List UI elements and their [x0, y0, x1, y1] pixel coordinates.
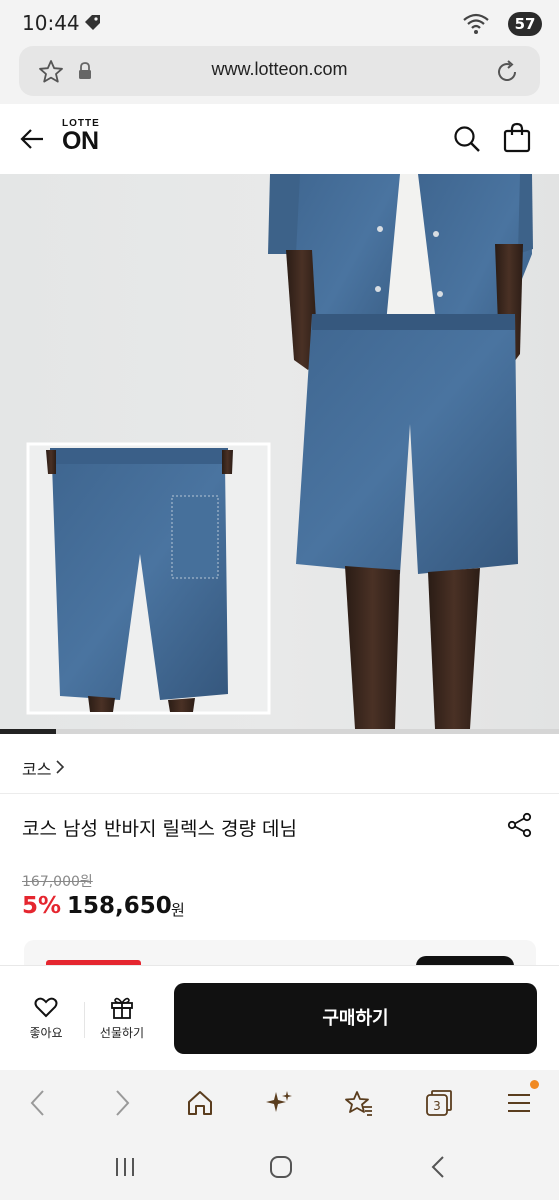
product-title: 코스 남성 반바지 릴렉스 경량 데님 [22, 818, 297, 840]
back-nav-icon[interactable] [24, 1088, 54, 1118]
status-bar: 10:44 57 [0, 0, 559, 46]
system-nav-bar [0, 1136, 559, 1200]
gift-icon [111, 997, 133, 1019]
discount-rate: 5% [22, 893, 62, 919]
menu-notification-dot [530, 1080, 539, 1089]
logo-big-text: ON [62, 127, 99, 155]
bookmarks-icon[interactable] [344, 1088, 374, 1118]
image-progress-fill [0, 729, 56, 734]
bottom-action-bar: 좋아요 선물하기 구매하기 [0, 965, 559, 1070]
sale-price: 158,650 [67, 893, 172, 919]
home-icon[interactable] [185, 1088, 215, 1118]
search-icon[interactable] [452, 124, 482, 154]
tabs-icon[interactable]: 3 [424, 1088, 454, 1118]
browser-url-area: www.lotteon.com [0, 46, 559, 104]
site-header: LOTTE ON [0, 104, 559, 174]
action-divider [84, 1002, 85, 1038]
home-circle-icon[interactable] [268, 1154, 294, 1180]
share-icon[interactable] [507, 812, 533, 838]
brand-link[interactable]: 코스 [22, 756, 51, 780]
recents-icon[interactable] [112, 1154, 138, 1180]
url-bar[interactable]: www.lotteon.com [19, 46, 540, 96]
lotte-on-logo[interactable]: LOTTE ON [62, 118, 100, 155]
currency-unit: 원 [171, 901, 185, 919]
sparkle-icon[interactable] [264, 1088, 294, 1118]
product-image-carousel[interactable] [0, 174, 559, 729]
image-progress-track [0, 729, 559, 734]
url-text[interactable]: www.lotteon.com [19, 59, 540, 80]
tag-icon [85, 15, 100, 30]
gift-label: 선물하기 [99, 1026, 145, 1040]
back-arrow-icon[interactable] [18, 124, 48, 154]
forward-nav-icon[interactable] [106, 1088, 136, 1118]
heart-icon [34, 997, 58, 1018]
buy-button[interactable]: 구매하기 [174, 983, 537, 1054]
divider [0, 793, 559, 794]
coupon-banner[interactable] [24, 940, 536, 968]
shopping-bag-icon[interactable] [502, 122, 532, 154]
reload-icon[interactable] [493, 58, 521, 86]
menu-icon[interactable] [504, 1088, 534, 1118]
back-icon[interactable] [426, 1154, 452, 1180]
gift-button[interactable]: 선물하기 [88, 994, 156, 1044]
wifi-icon [463, 13, 489, 34]
browser-toolbar: 3 [0, 1070, 559, 1136]
like-button[interactable]: 좋아요 [14, 994, 78, 1044]
original-price: 167,000원 [22, 874, 93, 890]
chevron-right-icon[interactable] [55, 760, 65, 774]
status-time: 10:44 [22, 11, 80, 35]
product-photo [26, 174, 533, 729]
battery-indicator: 57 [508, 12, 542, 36]
tabs-count: 3 [433, 1099, 441, 1113]
like-label: 좋아요 [29, 1026, 63, 1040]
